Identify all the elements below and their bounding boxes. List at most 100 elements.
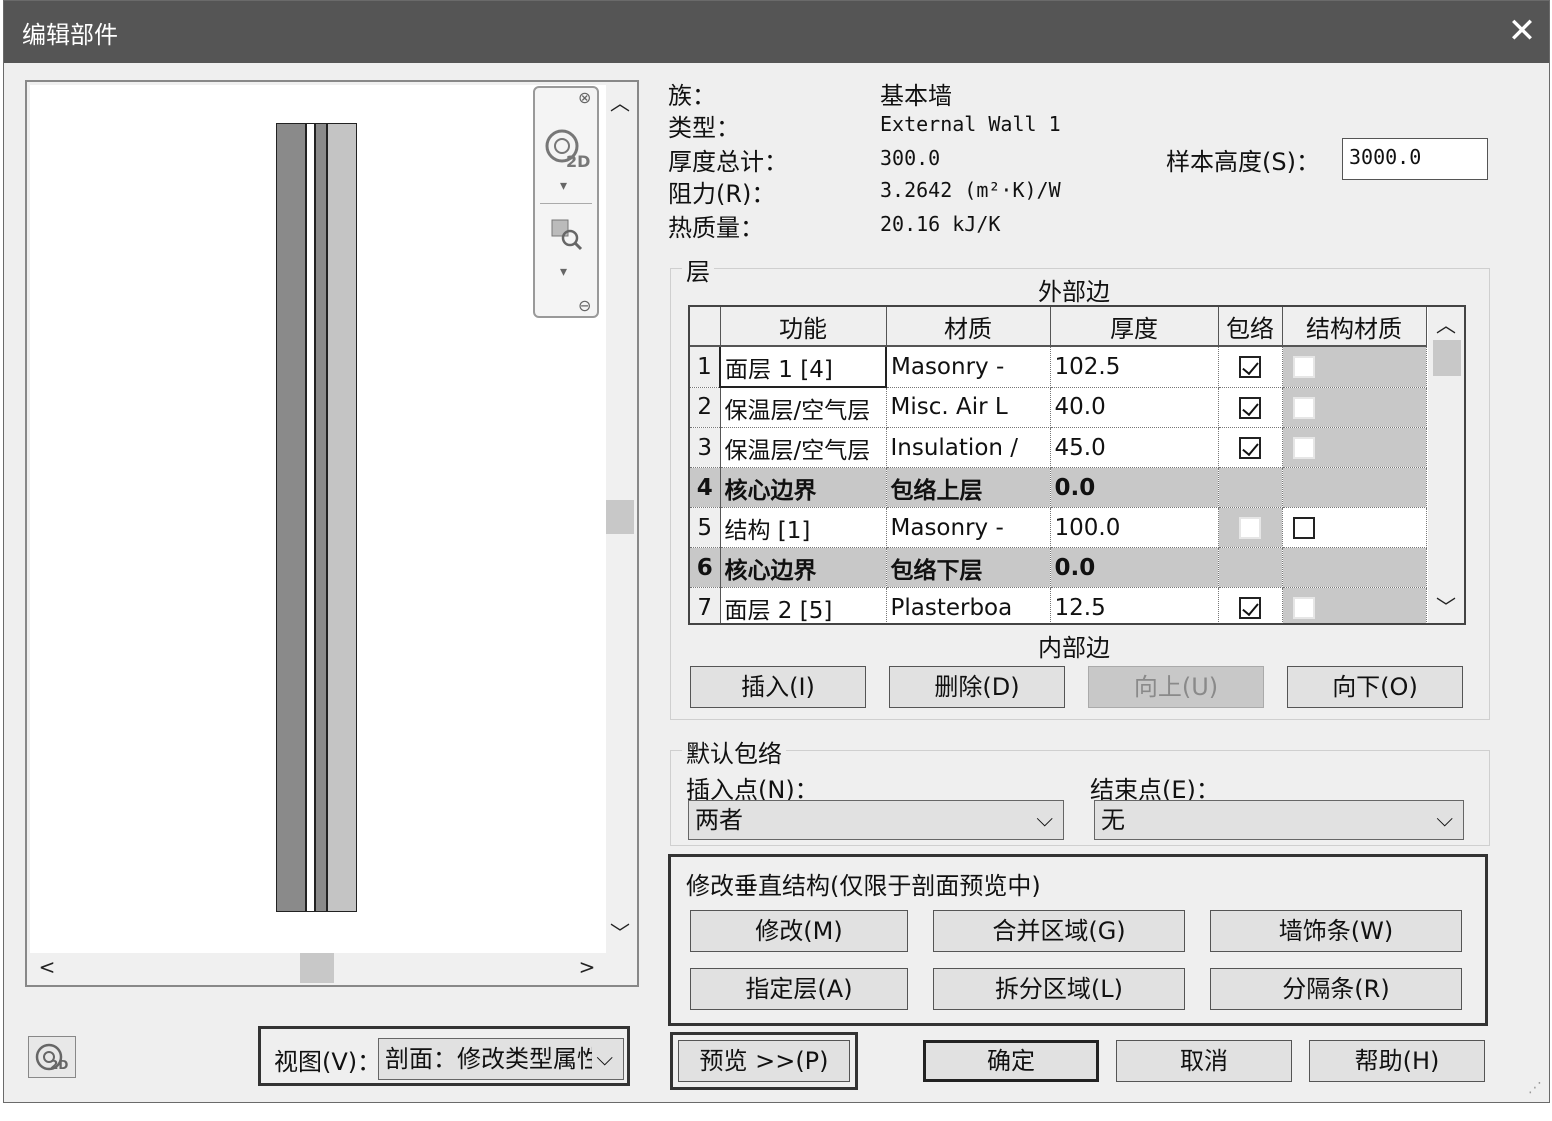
view-select[interactable]: 剖面：修改类型属性 ⌵ [378, 1038, 624, 1080]
help-button[interactable]: 帮助(H) [1309, 1040, 1485, 1082]
thickness-cell[interactable]: 45.0 [1050, 427, 1219, 468]
move-down-button[interactable]: 向下(O) [1287, 666, 1463, 708]
structural-material-cell [1282, 467, 1427, 508]
chevron-down-icon: ⌵ [1036, 807, 1053, 832]
insert-button[interactable]: 插入(I) [690, 666, 866, 708]
wrap-cell[interactable] [1218, 346, 1283, 388]
cancel-button[interactable]: 取消 [1116, 1040, 1292, 1082]
navigation-bar [533, 86, 599, 318]
row-number[interactable]: 3 [690, 427, 721, 468]
structural-material-cell [1282, 547, 1427, 588]
function-cell[interactable]: 保温层/空气层 [720, 427, 887, 468]
table-row[interactable]: 5 结构 [1] Masonry - 100.0 [690, 507, 1427, 548]
move-up-button[interactable]: 向上(U) [1088, 666, 1264, 708]
function-cell[interactable]: 面层 1 [4] [719, 345, 887, 388]
scroll-down-icon[interactable]: ﹀ [609, 922, 631, 944]
row-number[interactable]: 6 [690, 547, 721, 588]
scroll-up-icon[interactable]: ︿ [609, 92, 631, 114]
function-cell[interactable]: 面层 2 [5] [720, 587, 887, 623]
thickness-cell[interactable]: 12.5 [1050, 587, 1219, 623]
title-bar: 编辑部件 ✕ [4, 1, 1549, 63]
preview-button[interactable]: 预览 >>(P) [678, 1040, 850, 1082]
function-cell[interactable]: 结构 [1] [720, 507, 887, 548]
vertical-scrollbar-thumb[interactable] [606, 500, 634, 534]
wrap-checkbox[interactable] [1239, 437, 1261, 459]
table-row[interactable]: 1 面层 1 [4] Masonry - 102.5 [690, 345, 1427, 388]
structural-checkbox [1292, 396, 1315, 419]
column-header-wrap[interactable]: 包络 [1218, 307, 1283, 347]
row-number[interactable]: 2 [690, 387, 721, 428]
row-number[interactable]: 4 [690, 467, 721, 508]
structural-material-cell[interactable] [1282, 507, 1427, 548]
reveals-button[interactable]: 分隔条(R) [1210, 968, 1462, 1010]
table-scroll-up-icon[interactable]: ︿ [1435, 314, 1457, 336]
modify-button[interactable]: 修改(M) [690, 910, 908, 952]
2d-label: 2D [566, 152, 591, 171]
thickness-cell[interactable]: 100.0 [1050, 507, 1219, 548]
wrap-checkbox[interactable] [1239, 597, 1261, 619]
insert-point-select[interactable]: 两者 ⌵ [688, 800, 1064, 840]
chevron-down-icon[interactable]: ▾ [560, 264, 567, 280]
wrap-checkbox [1239, 517, 1261, 539]
material-cell[interactable]: Masonry - [886, 507, 1051, 548]
material-cell: 包络下层 [886, 547, 1051, 588]
wrap-cell[interactable] [1218, 427, 1283, 468]
wrap-checkbox[interactable] [1239, 356, 1261, 379]
chevron-down-icon[interactable]: ▾ [560, 178, 567, 194]
column-header-material[interactable]: 材质 [886, 307, 1051, 347]
assign-layers-button[interactable]: 指定层(A) [690, 968, 908, 1010]
type-label: 类型： [668, 114, 740, 142]
wall-layer-2 [306, 123, 315, 912]
resistance-label: 阻力(R)： [668, 180, 776, 208]
material-cell[interactable]: Plasterboa [886, 587, 1051, 623]
structural-checkbox[interactable] [1292, 517, 1315, 539]
function-cell[interactable]: 保温层/空气层 [720, 387, 887, 428]
material-cell[interactable]: Masonry - [886, 346, 1051, 388]
table-scrollbar-thumb[interactable] [1433, 340, 1461, 376]
wrap-cell[interactable] [1218, 387, 1283, 428]
default-wrapping-title: 默认包络 [682, 734, 786, 769]
material-cell[interactable]: Insulation / [886, 427, 1051, 468]
row-number[interactable]: 1 [690, 346, 721, 388]
table-row[interactable]: 2 保温层/空气层 Misc. Air L 40.0 [690, 387, 1427, 428]
table-row[interactable]: 7 面层 2 [5] Plasterboa 12.5 [690, 587, 1427, 623]
wall-layer-1 [276, 123, 306, 912]
thickness-cell[interactable]: 40.0 [1050, 387, 1219, 428]
row-number[interactable]: 7 [690, 587, 721, 623]
chevron-down-icon: ⌵ [592, 1039, 613, 1079]
table-row[interactable]: 4 核心边界 包络上层 0.0 [690, 467, 1427, 508]
wrap-cell[interactable] [1218, 587, 1283, 623]
material-cell: 包络上层 [886, 467, 1051, 508]
wrap-cell [1218, 507, 1283, 548]
nav-close-icon[interactable]: ⊗ [578, 88, 591, 107]
table-scroll-down-icon[interactable]: ﹀ [1435, 596, 1457, 618]
nav-minimize-icon[interactable]: ⊖ [578, 296, 591, 315]
thickness-label: 厚度总计： [668, 148, 788, 176]
insert-point-value: 两者 [695, 806, 743, 834]
thickness-cell[interactable]: 102.5 [1050, 346, 1219, 388]
2d-label: 2D [50, 1058, 69, 1072]
merge-regions-button[interactable]: 合并区域(G) [933, 910, 1185, 952]
structural-material-cell [1282, 346, 1427, 388]
scroll-left-icon[interactable]: < [36, 956, 58, 978]
split-region-button[interactable]: 拆分区域(L) [933, 968, 1185, 1010]
end-point-select[interactable]: 无 ⌵ [1094, 800, 1464, 840]
table-row[interactable]: 3 保温层/空气层 Insulation / 45.0 [690, 427, 1427, 468]
scroll-right-icon[interactable]: > [576, 956, 598, 978]
zoom-region-icon[interactable] [548, 216, 584, 252]
wrap-cell [1218, 547, 1283, 588]
close-icon[interactable]: ✕ [1498, 7, 1546, 55]
ok-button[interactable]: 确定 [923, 1040, 1099, 1082]
table-row[interactable]: 6 核心边界 包络下层 0.0 [690, 547, 1427, 588]
material-cell[interactable]: Misc. Air L [886, 387, 1051, 428]
column-header-thickness[interactable]: 厚度 [1050, 307, 1219, 347]
horizontal-scrollbar-thumb[interactable] [300, 953, 334, 983]
resize-grip-icon[interactable]: ⋰ [1528, 1080, 1542, 1096]
column-header-function[interactable]: 功能 [720, 307, 887, 347]
delete-button[interactable]: 删除(D) [889, 666, 1065, 708]
row-number[interactable]: 5 [690, 507, 721, 548]
sample-height-input[interactable]: 3000.0 [1342, 138, 1488, 180]
column-header-structural-material[interactable]: 结构材质 [1282, 307, 1427, 347]
sweeps-button[interactable]: 墙饰条(W) [1210, 910, 1462, 952]
wrap-checkbox[interactable] [1239, 396, 1261, 419]
